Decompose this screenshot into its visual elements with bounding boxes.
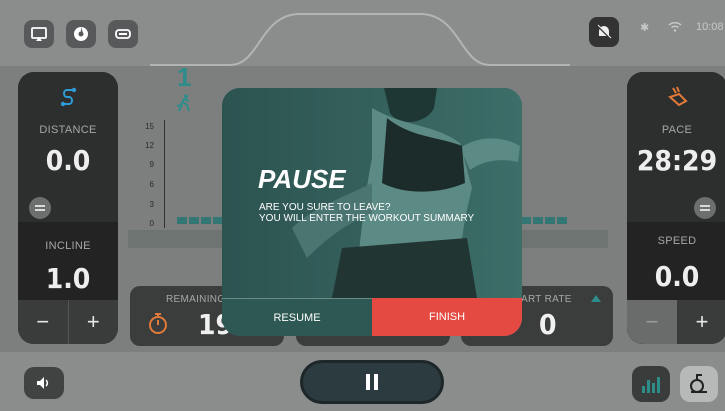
bar-chart-icon [642,377,660,393]
stats-button[interactable] [632,366,670,402]
bell-off-icon [596,24,612,40]
incline-stepper: − + [18,300,118,344]
pause-message: ARE YOU SURE TO LEAVE? YOU WILL ENTER TH… [259,202,474,224]
pause-message-line1: ARE YOU SURE TO LEAVE? [259,202,391,213]
distance-label: DISTANCE [39,124,97,136]
incline-label: INCLINE [45,240,91,252]
pause-dialog: PAUSE ARE YOU SURE TO LEAVE? YOU WILL EN… [222,88,522,336]
y-tick-0: 0 [149,219,154,228]
right-panel: PACE 28:29 SPEED 0.0 − + [627,72,725,344]
remaining-label: REMAINING [166,294,226,305]
shoe-outline-icon [690,374,707,393]
speed-stepper: − + [627,300,725,344]
incline-value: 1.0 [45,262,91,295]
runner-icon [176,94,190,112]
pace-label: PACE [661,124,693,136]
fan-button[interactable] [66,20,96,48]
device-button[interactable] [108,20,138,48]
level-number: 1 [177,62,192,92]
sound-button[interactable] [24,367,64,399]
bluetooth-icon: ✱ [640,22,650,34]
y-tick-6: 6 [149,180,154,189]
cast-icon [31,27,47,41]
chart-bar [521,217,531,224]
device-icon [115,29,131,39]
pace-value: 28:29 [636,144,718,177]
speaker-icon [37,377,49,389]
chart-bar [545,217,555,224]
incline-minus-button[interactable]: − [18,300,69,344]
speed-plus-button[interactable]: + [677,300,725,344]
speed-label: SPEED [657,235,697,247]
fan-icon [74,27,88,41]
top-bar-curve [150,13,570,66]
chart-y-axis [164,120,165,228]
incline-adjust-button[interactable] [29,197,51,219]
slider-icon [35,205,45,211]
clock-text: 10:08 [696,21,724,33]
incline-plus-button[interactable]: + [68,300,118,344]
y-tick-12: 12 [145,141,154,150]
chart-bar [533,217,543,224]
notification-off-button[interactable] [589,17,619,47]
left-panel: DISTANCE 0.0 INCLINE 1.0 − + [18,72,118,344]
shoe-icon [668,86,688,107]
y-tick-3: 3 [149,200,154,209]
finish-button[interactable]: FINISH [372,298,522,336]
wifi-icon [668,21,682,35]
heart-rate-label: ART RATE [521,294,572,305]
chart-bar [557,217,567,224]
chart-bar [177,217,187,224]
screen-cast-button[interactable] [24,20,54,48]
y-tick-15: 15 [145,122,154,131]
heart-rate-value: 0 [539,308,557,341]
chart-bar [189,217,199,224]
resume-button[interactable]: RESUME [222,298,372,336]
pause-actions: RESUME FINISH [222,298,522,336]
slider-icon [700,205,710,211]
workout-mode-button[interactable] [680,366,718,402]
pause-icon [366,374,378,390]
chevron-up-icon[interactable] [591,294,601,302]
pause-title: PAUSE [258,164,346,194]
speed-minus-button[interactable]: − [627,300,677,344]
speed-adjust-button[interactable] [694,197,716,219]
route-icon [60,87,77,107]
stopwatch-icon [149,313,167,334]
distance-value: 0.0 [45,144,91,177]
pause-message-line2: YOU WILL ENTER THE WORKOUT SUMMARY [259,213,475,224]
y-tick-9: 9 [149,160,154,169]
speed-value: 0.0 [654,260,700,293]
pause-button[interactable] [300,360,444,404]
chart-bar [201,217,211,224]
